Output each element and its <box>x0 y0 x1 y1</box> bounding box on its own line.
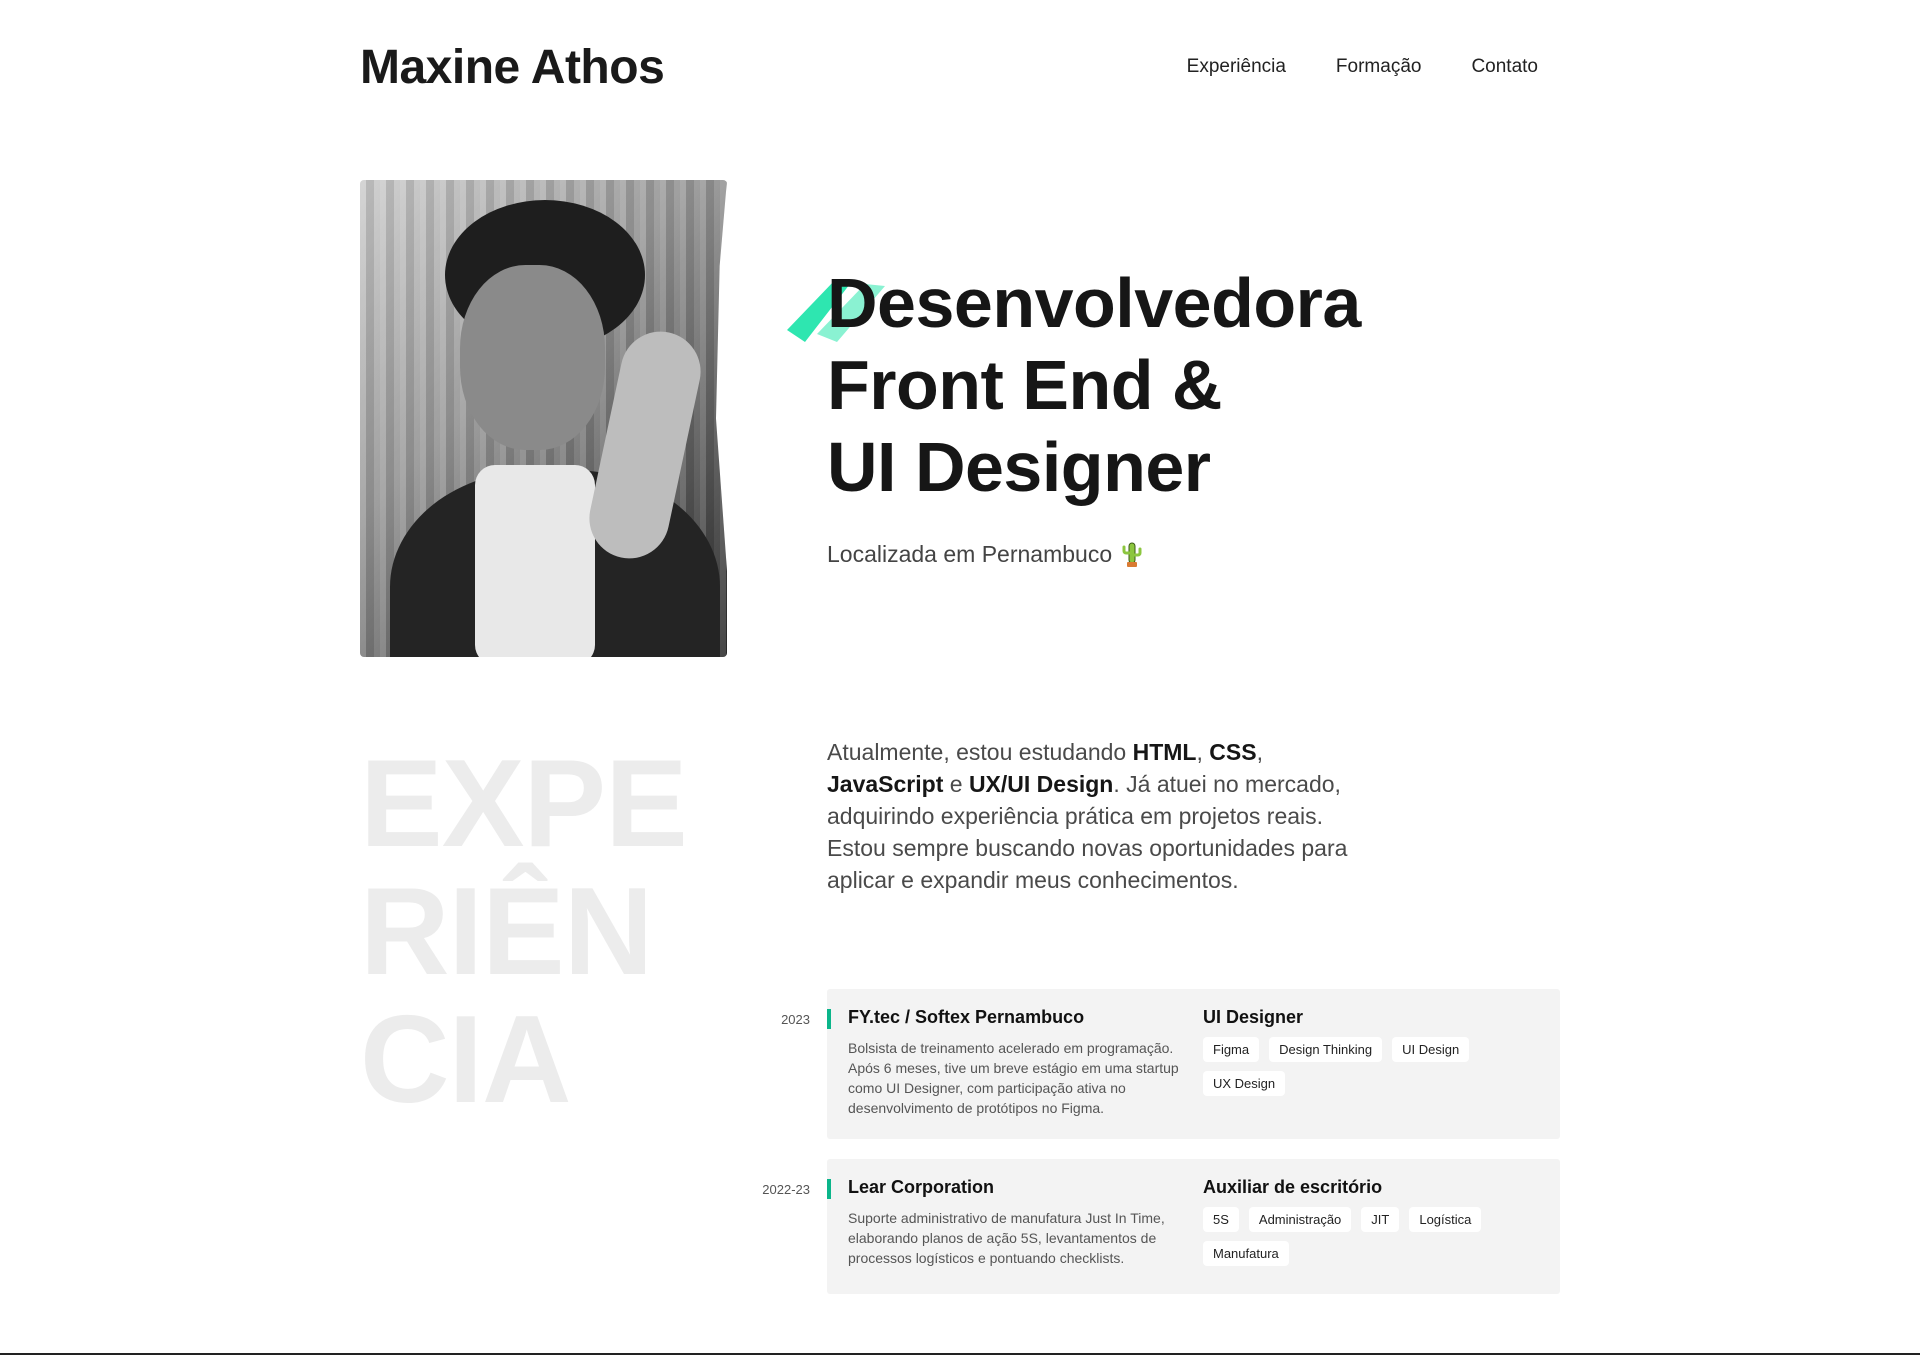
profile-photo <box>360 180 727 657</box>
section-title-line: CIA <box>360 991 572 1129</box>
experience-role: Auxiliar de escritório <box>1203 1177 1383 1197</box>
experience-role: UI Designer <box>1203 1007 1304 1027</box>
section-title-line: RIÊN <box>360 863 653 1001</box>
experience-description: Suporte administrativo de manufatura Jus… <box>848 1210 1165 1266</box>
tag: UI Design <box>1392 1037 1470 1062</box>
timeline-marker <box>827 1179 831 1199</box>
tag: Manufatura <box>1203 1241 1289 1266</box>
tag: Logística <box>1409 1207 1482 1232</box>
experience-item: FY.tec / Softex Pernambuco Bolsista de t… <box>827 989 1560 1139</box>
nav-link-contato[interactable]: Contato <box>1471 56 1538 78</box>
skill-css: CSS <box>1209 739 1257 765</box>
timeline-marker <box>827 1009 831 1029</box>
experience-details: UI Designer Figma Design Thinking UI Des… <box>1203 1007 1543 1096</box>
main-nav: Experiência Formação Contato <box>1187 56 1538 78</box>
hero-title-line: Desenvolvedora <box>827 264 1361 342</box>
tag: JIT <box>1361 1207 1400 1232</box>
nav-link-experiencia[interactable]: Experiência <box>1187 56 1286 78</box>
hero-title: Desenvolvedora Front End & UI Designer <box>827 262 1361 508</box>
skill-html: HTML <box>1132 739 1197 765</box>
tag: Figma <box>1203 1037 1260 1062</box>
location-text: Localizada em Pernambuco <box>827 540 1113 567</box>
experience-year: 2023 <box>781 1012 810 1027</box>
experience-details: Auxiliar de escritório 5S Administração … <box>1203 1177 1543 1266</box>
experience-year: 2022-23 <box>762 1182 810 1197</box>
site-logo[interactable]: Maxine Athos <box>360 40 665 95</box>
experience-item: Lear Corporation Suporte administrativo … <box>827 1159 1560 1294</box>
tag: Administração <box>1248 1207 1352 1232</box>
tag-list: 5S Administração JIT Logística Manufatur… <box>1203 1207 1543 1266</box>
tag: UX Design <box>1203 1071 1286 1096</box>
hero-title-line: Front End & <box>827 346 1222 424</box>
section-title-experiencia: EXPE RIÊN CIA <box>360 735 688 1129</box>
section-title-line: EXPE <box>360 735 688 873</box>
hero-title-line: UI Designer <box>827 428 1211 506</box>
tag-list: Figma Design Thinking UI Design UX Desig… <box>1203 1037 1543 1096</box>
tag: 5S <box>1203 1207 1239 1232</box>
cactus-icon <box>1122 542 1142 567</box>
experience-description: Bolsista de treinamento acelerado em pro… <box>848 1040 1179 1116</box>
skill-uxui: UX/UI Design <box>968 771 1114 797</box>
tag: Design Thinking <box>1269 1037 1383 1062</box>
skill-javascript: JavaScript <box>827 771 944 797</box>
intro-paragraph: Atualmente, estou estudando HTML, CSS, J… <box>827 739 1348 893</box>
location: Localizada em Pernambuco <box>827 540 1142 568</box>
nav-link-formacao[interactable]: Formação <box>1336 56 1422 78</box>
site-header: Maxine Athos Experiência Formação Contat… <box>360 40 1560 100</box>
hero-title-block: Desenvolvedora Front End & UI Designer <box>787 262 1361 508</box>
